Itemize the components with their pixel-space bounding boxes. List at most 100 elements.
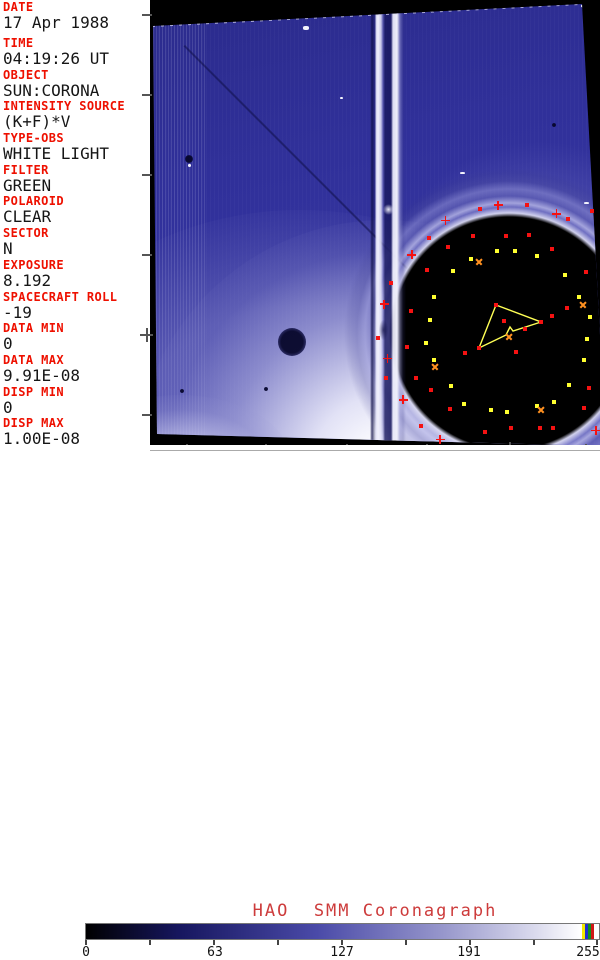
metadata-field-date: DATE 17 Apr 1988 <box>0 0 150 37</box>
fiducial-overlay <box>150 0 600 450</box>
marker-red-square <box>483 430 488 435</box>
calibration-stripe <box>591 924 594 939</box>
field-label: DISP MIN <box>3 385 64 399</box>
marker-red-square <box>590 209 594 213</box>
marker-red-square <box>471 233 476 238</box>
marker-yellow-square <box>535 254 540 259</box>
marker-red-square <box>478 206 483 211</box>
marker-red-square <box>446 245 451 250</box>
marker-red-square <box>447 407 452 412</box>
metadata-field-polaroid: POLAROID CLEAR <box>0 195 150 227</box>
marker-red-square <box>583 270 588 275</box>
marker-red-square <box>463 351 467 355</box>
pointer-polygon <box>477 304 544 350</box>
marker-yellow-square <box>432 294 437 299</box>
metadata-sidebar: DATE 17 Apr 1988 TIME 04:19:26 UT OBJECT SUN:… <box>0 0 150 446</box>
field-value: 17 Apr 1988 <box>3 13 109 32</box>
marker-yellow-square <box>577 294 582 299</box>
marker-yellow-square <box>449 384 454 389</box>
marker-red-square <box>409 309 414 314</box>
metadata-field-filter: FILTER GREEN <box>0 164 150 196</box>
marker-red-square <box>424 268 429 273</box>
colorbar-tick <box>405 940 407 945</box>
marker-red-square <box>565 306 569 310</box>
metadata-field-object: OBJECT SUN:CORONA <box>0 69 150 101</box>
marker-yellow-square <box>461 401 466 406</box>
field-label: SPACECRAFT ROLL <box>3 290 118 304</box>
marker-orange-x <box>431 363 439 371</box>
marker-yellow-square <box>567 383 572 388</box>
marker-yellow-square <box>504 410 509 415</box>
field-value: (K+F)*V <box>3 112 71 132</box>
metadata-field-sector: SECTOR N <box>0 227 150 259</box>
marker-yellow-square <box>582 357 587 362</box>
marker-yellow-square <box>562 272 567 277</box>
marker-red-square <box>508 425 513 430</box>
metadata-field-data-min: DATA MIN 0 <box>0 322 150 354</box>
metadata-field-time: TIME 04:19:26 UT <box>0 37 150 69</box>
marker-red-square <box>504 234 509 239</box>
marker-yellow-square <box>495 249 500 254</box>
marker-yellow-square <box>469 257 474 262</box>
marker-red-cross <box>552 209 562 219</box>
left-axis-tick <box>142 14 152 16</box>
field-value: 0 <box>3 334 13 354</box>
field-value: N <box>3 239 13 259</box>
marker-orange-x <box>537 406 545 414</box>
marker-orange-x <box>579 301 587 309</box>
marker-red-square <box>477 346 481 350</box>
field-label: DATA MAX <box>3 353 64 367</box>
marker-red-square <box>418 424 423 429</box>
field-value: GREEN <box>3 175 52 195</box>
metadata-field-intensity-source: INTENSITY SOURCE (K+F)*V <box>0 100 150 132</box>
marker-red-square <box>581 405 586 410</box>
marker-yellow-square <box>584 337 589 342</box>
field-value: CLEAR <box>3 207 52 227</box>
colorbar-label: 127 <box>330 945 354 960</box>
marker-red-square <box>524 203 529 208</box>
left-axis-tick <box>142 174 152 176</box>
field-label: SECTOR <box>3 227 49 241</box>
field-value: 0 <box>3 397 13 417</box>
marker-yellow-square <box>423 340 428 345</box>
colorbar-label: 0 <box>82 945 90 960</box>
metadata-field-type-obs: TYPE-OBS WHITE LIGHT <box>0 132 150 164</box>
marker-red-square <box>566 217 571 222</box>
colorbar-tick <box>533 940 535 945</box>
marker-yellow-square <box>451 269 456 274</box>
field-value: 04:19:26 UT <box>3 49 109 68</box>
colorbar-label: 191 <box>457 945 481 960</box>
colorbar-tick <box>277 940 279 945</box>
instrument-title: HAO SMM Coronagraph <box>252 901 498 921</box>
marker-red-square <box>551 426 555 430</box>
metadata-field-disp-max: DISP MAX 1.00E-08 <box>0 417 150 445</box>
metadata-field-data-max: DATA MAX 9.91E-08 <box>0 354 150 386</box>
marker-red-square <box>586 385 591 390</box>
field-value: WHITE LIGHT <box>3 144 109 164</box>
panel-footer-divider <box>150 450 600 451</box>
metadata-field-spacecraft-roll: SPACECRAFT ROLL -19 <box>0 291 150 323</box>
marker-red-square <box>514 350 518 354</box>
marker-red-cross <box>441 216 451 226</box>
left-axis-tick <box>142 254 152 256</box>
field-value: SUN:CORONA <box>3 80 100 100</box>
coronagraph-image-panel <box>150 0 600 450</box>
marker-red-square <box>376 336 381 341</box>
marker-red-square <box>502 319 506 323</box>
marker-red-square <box>527 232 532 237</box>
marker-yellow-square <box>427 318 432 323</box>
marker-orange-x <box>475 258 483 266</box>
marker-yellow-square <box>587 314 592 319</box>
marker-red-cross <box>591 426 600 436</box>
marker-red-square <box>550 314 554 318</box>
marker-red-cross <box>398 395 408 405</box>
marker-orange-x <box>505 333 513 341</box>
metadata-field-disp-min: DISP MIN 0 <box>0 386 150 418</box>
marker-red-square <box>389 280 394 285</box>
footer: HAO SMM Coronagraph 0 63 127 191 255 <box>0 445 600 960</box>
marker-red-square <box>550 246 555 251</box>
field-label: EXPOSURE <box>3 258 64 272</box>
field-value: 8.192 <box>3 270 52 290</box>
marker-red-square <box>537 425 542 430</box>
colorbar-tick <box>149 940 151 945</box>
